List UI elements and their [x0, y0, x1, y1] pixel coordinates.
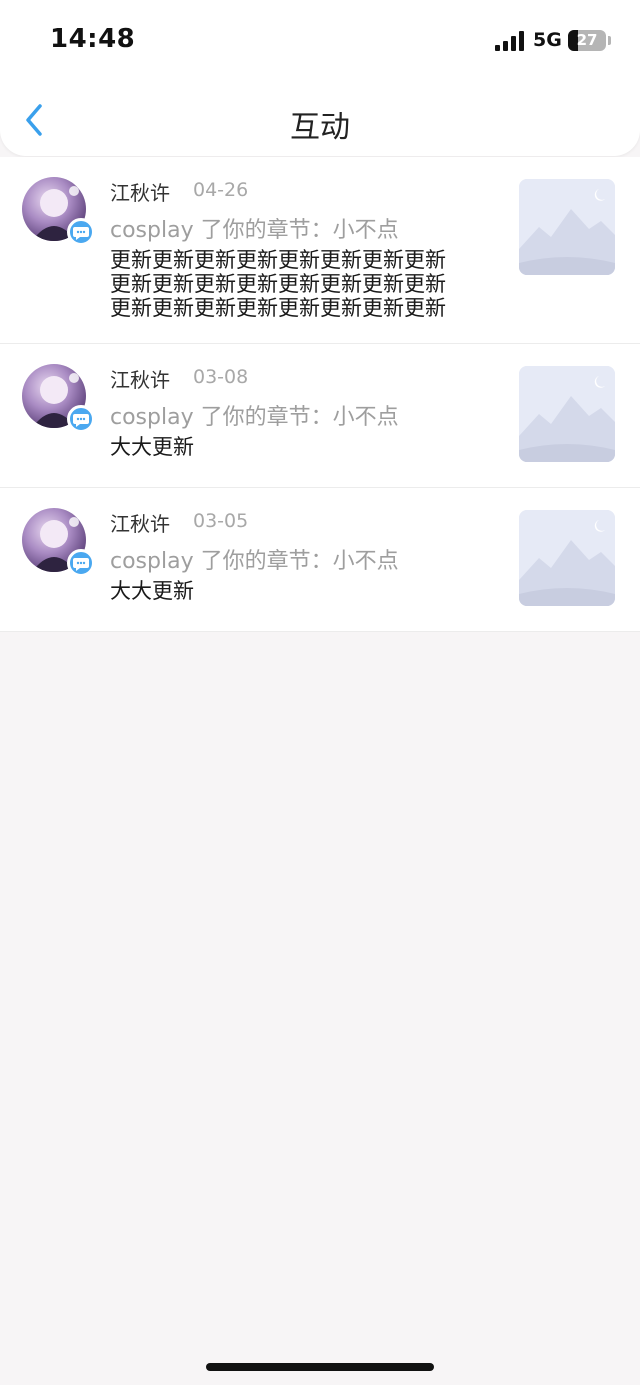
interaction-list: 江秋许 04-26 cosplay 了你的章节：小不点 更新更新更新更新更新更新…: [0, 157, 640, 632]
image-placeholder-icon: [519, 179, 615, 275]
action-text: cosplay 了你的章节：小不点: [110, 405, 399, 430]
action-text: cosplay 了你的章节：小不点: [110, 549, 399, 574]
action-text: cosplay 了你的章节：小不点: [110, 218, 399, 243]
header: 14:48 5G 27 互动: [0, 0, 640, 156]
chat-bubble-icon: [73, 414, 89, 427]
chapter-thumbnail[interactable]: [519, 366, 615, 462]
comment-text: 大大更新: [110, 579, 194, 603]
list-item[interactable]: 江秋许 03-05 cosplay 了你的章节：小不点 大大更新: [0, 488, 640, 632]
chat-bubble-icon: [73, 558, 89, 571]
comment-text: 更新更新更新更新更新更新更新更新更新更新更新更新更新更新更新更新更新更新更新更新…: [110, 248, 446, 320]
item-date: 03-08: [193, 366, 249, 388]
page-title: 互动: [290, 110, 350, 145]
battery-cap: [608, 36, 611, 45]
item-date: 04-26: [193, 179, 249, 201]
signal-icon: [495, 31, 525, 51]
network-type: 5G: [533, 29, 562, 51]
user-name[interactable]: 江秋许: [110, 508, 170, 537]
list-item[interactable]: 江秋许 03-08 cosplay 了你的章节：小不点 大大更新: [0, 344, 640, 488]
battery-level: 27: [576, 31, 598, 49]
image-placeholder-icon: [519, 510, 615, 606]
user-name[interactable]: 江秋许: [110, 177, 170, 206]
chat-bubble-icon: [73, 227, 89, 240]
list-item[interactable]: 江秋许 04-26 cosplay 了你的章节：小不点 更新更新更新更新更新更新…: [0, 157, 640, 344]
chapter-thumbnail[interactable]: [519, 179, 615, 275]
item-date: 03-05: [193, 510, 249, 532]
battery-icon: 27: [568, 30, 606, 51]
user-name[interactable]: 江秋许: [110, 364, 170, 393]
image-placeholder-icon: [519, 366, 615, 462]
comment-text: 大大更新: [110, 435, 194, 459]
comment-badge: [67, 218, 95, 246]
chapter-thumbnail[interactable]: [519, 510, 615, 606]
status-time: 14:48: [50, 24, 136, 54]
home-indicator[interactable]: [206, 1363, 434, 1371]
comment-badge: [67, 405, 95, 433]
comment-badge: [67, 549, 95, 577]
